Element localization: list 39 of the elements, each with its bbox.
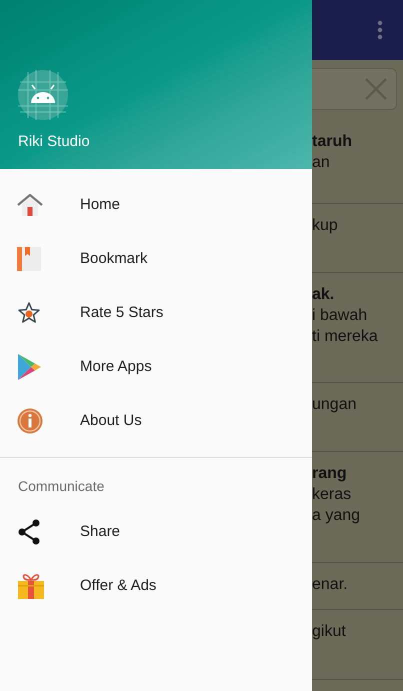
home-icon	[17, 194, 43, 216]
row-text: ungan	[312, 395, 358, 415]
close-icon[interactable]	[364, 77, 388, 101]
menu-label: About Us	[80, 410, 142, 431]
row-text: an	[312, 153, 331, 173]
account-name: Riki Studio	[18, 133, 91, 151]
menu-item[interactable]: Home	[0, 178, 312, 232]
menu-item[interactable]: Rate 5 Stars	[0, 286, 312, 340]
share-icon	[17, 519, 41, 545]
menu-label: Rate 5 Stars	[80, 302, 164, 323]
menu-item[interactable]: Offer & Ads	[0, 559, 312, 613]
row-text: gikut	[312, 622, 347, 642]
row-title: ak.	[312, 285, 336, 305]
menu-item[interactable]: Bookmark	[0, 232, 312, 286]
row-title: taruh	[312, 132, 353, 152]
play-icon	[17, 354, 41, 380]
menu-label: Share	[80, 522, 120, 542]
menu-label: Home	[80, 194, 120, 215]
row-text: enar.	[312, 575, 349, 595]
menu-item[interactable]: Share	[0, 505, 312, 559]
row-text: kup	[312, 216, 339, 236]
menu-label: Offer & Ads	[80, 576, 156, 596]
row-text: a yang	[312, 506, 362, 526]
menu-item[interactable]: More Apps	[0, 340, 312, 394]
menu-label: Bookmark	[80, 248, 148, 269]
section-heading: Communicate	[17, 477, 106, 496]
row-text: i bawah	[312, 306, 368, 326]
more-icon[interactable]	[377, 20, 383, 40]
search-field[interactable]	[312, 68, 397, 110]
gift-icon	[17, 573, 45, 599]
menu-label: More Apps	[80, 356, 152, 377]
star-icon	[17, 301, 41, 325]
row-title: rang	[312, 464, 348, 484]
android-logo-icon	[18, 70, 68, 120]
menu-item[interactable]: About Us	[0, 394, 312, 448]
book-icon	[17, 247, 41, 271]
row-text: ti mereka	[312, 327, 379, 347]
row-text: keras	[312, 485, 352, 505]
info-icon	[17, 408, 43, 434]
